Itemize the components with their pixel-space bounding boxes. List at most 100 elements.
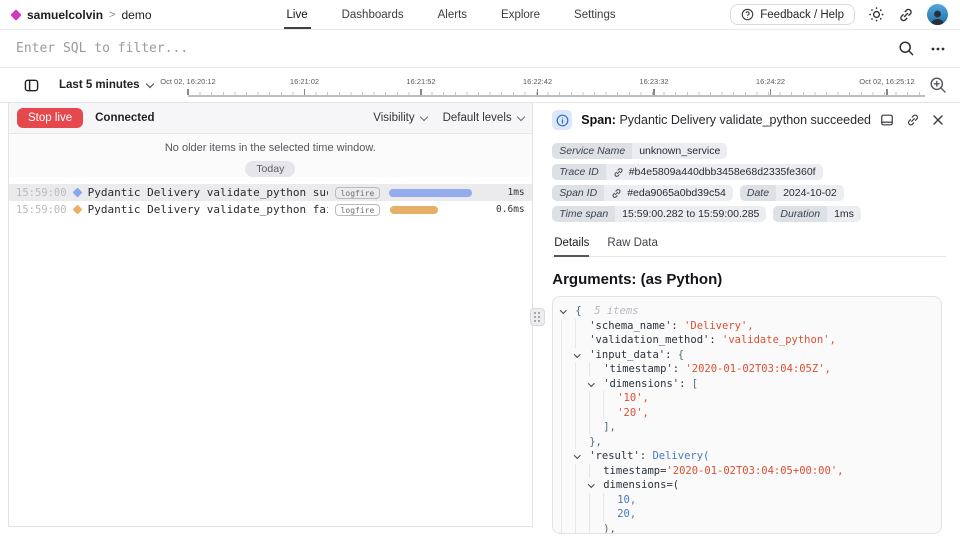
timeline-tick-mark (420, 89, 422, 95)
nav-tab-alerts[interactable]: Alerts (421, 0, 484, 29)
panel-divider (533, 103, 542, 538)
code-token: : (640, 449, 653, 464)
tab-details[interactable]: Details (554, 237, 589, 257)
tab-raw-data[interactable]: Raw Data (607, 237, 658, 256)
duration-bar-track (387, 189, 479, 197)
timeline-tick-mark (537, 89, 539, 95)
timeline-ruler[interactable]: Oct 02, 16:20:1216:21:0216:21:5216:22:42… (188, 68, 925, 102)
theme-toggle-icon[interactable] (868, 6, 885, 23)
nav-tab-explore[interactable]: Explore (484, 0, 557, 29)
metadata-value[interactable]: #b4e5809a440dbb3458e68d2335fe360f (606, 164, 823, 180)
indent-guide (561, 362, 575, 377)
code-line: 'result': Delivery( (561, 449, 933, 464)
code-line: { 5 items (561, 304, 933, 319)
span-title: Span: Pydantic Delivery validate_python … (581, 113, 871, 127)
share-link-icon[interactable] (898, 7, 914, 23)
timeline-tick-label: 16:21:52 (406, 77, 435, 86)
zoom-in-icon[interactable] (929, 76, 947, 94)
indent-guide (575, 435, 589, 450)
code-line: '10', (561, 391, 933, 406)
indent-guide (589, 522, 603, 535)
time-range-dropdown[interactable]: Last 5 minutes (59, 79, 153, 91)
code-token: 10, (617, 493, 636, 508)
code-line: '20', (561, 406, 933, 421)
sql-filter-bar (0, 30, 960, 68)
metadata-value[interactable]: #eda9065a0bd39c54 (604, 185, 733, 201)
indent-guide (589, 362, 603, 377)
stop-live-button[interactable]: Stop live (17, 108, 83, 128)
chevron-down-icon (516, 112, 524, 120)
log-row-timestamp: 15:59:00 (16, 204, 67, 216)
code-token: '2020-01-02T03:04:05Z', (685, 362, 830, 377)
indent-guide (561, 377, 575, 392)
timeline-tick-mark (304, 89, 306, 95)
duration-bar-track (387, 206, 479, 214)
copy-link-icon[interactable] (906, 113, 920, 127)
log-row[interactable]: 15:59:00Pydantic Delivery validate_pytho… (9, 184, 532, 201)
visibility-dropdown[interactable]: Visibility (373, 112, 426, 124)
nav-tab-live[interactable]: Live (270, 0, 325, 29)
timeline-tick-mark (770, 89, 772, 95)
indent-guide (575, 406, 589, 421)
indent-guide (575, 493, 589, 508)
indent-guide (603, 493, 617, 508)
collapse-caret-icon[interactable] (589, 478, 603, 493)
metadata-label: Date (740, 185, 776, 201)
code-token: }, (589, 435, 602, 450)
metadata-row: Span ID#eda9065a0bd39c54Date2024-10-02 (552, 185, 946, 201)
chevron-down-icon (419, 112, 427, 120)
day-badge: Today (245, 161, 295, 177)
visibility-label: Visibility (373, 112, 414, 124)
metadata-pill: Service Nameunknown_service (552, 143, 727, 159)
collapse-caret-icon[interactable] (589, 377, 603, 392)
default-levels-dropdown[interactable]: Default levels (443, 112, 524, 124)
collapse-caret-icon[interactable] (575, 348, 589, 363)
metadata-pill: Time span15:59:00.282 to 15:59:00.285 (552, 206, 766, 222)
code-line: 10, (561, 493, 933, 508)
metadata-pill: Span ID#eda9065a0bd39c54 (552, 185, 733, 201)
indent-guide (575, 507, 589, 522)
span-kind-diamond-icon (72, 205, 82, 215)
org-name[interactable]: samuelcolvin (27, 8, 103, 22)
feedback-help-label: Feedback / Help (760, 9, 844, 21)
user-avatar[interactable] (927, 4, 948, 25)
log-rows: 15:59:00Pydantic Delivery validate_pytho… (9, 184, 532, 218)
metadata-pill: Duration1ms (773, 206, 861, 222)
nav-tab-settings[interactable]: Settings (557, 0, 633, 29)
project-name[interactable]: demo (121, 8, 151, 22)
breadcrumb-separator: > (109, 9, 115, 21)
indent-guide (561, 420, 575, 435)
code-token: ), (603, 522, 616, 535)
code-line: 'dimensions': [ (561, 377, 933, 392)
indent-guide (561, 507, 575, 522)
indent-guide (603, 406, 617, 421)
log-row[interactable]: 15:59:00Pydantic Delivery validate_pytho… (9, 201, 532, 218)
more-options-icon[interactable] (930, 41, 946, 57)
code-line: ), (561, 522, 933, 535)
detail-tabs: Details Raw Data (552, 237, 946, 257)
nav-tab-dashboards[interactable]: Dashboards (325, 0, 421, 29)
collapse-panel-icon[interactable] (24, 78, 39, 93)
collapse-caret-icon[interactable] (575, 449, 589, 464)
logfire-logo-icon (10, 9, 21, 20)
dock-panel-icon[interactable] (880, 113, 894, 127)
code-token: '20', (617, 406, 649, 421)
indent-guide (561, 333, 575, 348)
indent-guide (561, 478, 575, 493)
search-icon[interactable] (898, 40, 915, 57)
indent-guide (589, 420, 603, 435)
breadcrumb[interactable]: samuelcolvin > demo (12, 8, 152, 22)
indent-guide (575, 522, 589, 535)
code-token: : (679, 377, 692, 392)
time-range-label: Last 5 minutes (59, 79, 140, 91)
close-icon[interactable] (932, 114, 944, 126)
collapse-caret-icon[interactable] (561, 304, 575, 319)
sql-filter-input[interactable] (16, 41, 898, 56)
code-token: Delivery( (652, 449, 709, 464)
feedback-help-button[interactable]: Feedback / Help (730, 4, 855, 25)
live-view-panel: Stop live Connected Visibility Default l… (8, 103, 533, 527)
arguments-code-block[interactable]: { 5 items'schema_name': 'Delivery','vali… (552, 296, 942, 534)
link-icon (611, 188, 622, 199)
indent-guide (575, 478, 589, 493)
code-token: ], (603, 420, 616, 435)
